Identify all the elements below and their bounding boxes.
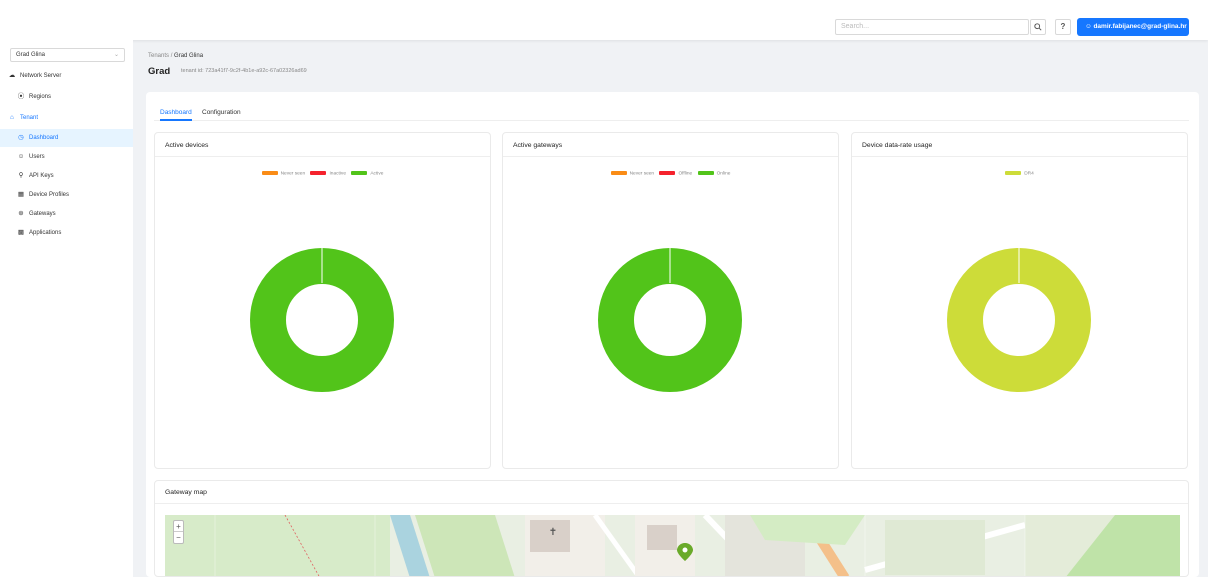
sidebar-item-applications[interactable]: ▩ Applications [0,224,133,242]
sidebar-item-gateways[interactable]: ⊛ Gateways [0,205,133,223]
legend-item-online[interactable]: Online [697,171,731,177]
grid-icon: ▦ [17,191,25,198]
sidebar-item-api-keys[interactable]: ⚲ API Keys [0,167,133,185]
sidebar-item-label: Applications [29,230,62,236]
divider [155,503,1188,504]
sidebar-item-label: Tenant [20,115,39,121]
key-icon: ⚲ [18,172,24,179]
tenant-select[interactable]: Grad Glina ⌄ [10,48,125,62]
user-menu-button[interactable]: ☺ damir.fabijanec@grad-glina.hr ⌄ [1077,18,1189,36]
cloud-icon: ☁ [8,72,16,79]
sidebar-item-label: API Keys [29,173,54,179]
apps-icon: ▩ [17,229,25,236]
map-zoom-control: + − [173,520,184,544]
legend-label: Never seen [629,171,655,177]
sidebar: Grad Glina ⌄ ☁ Network Server ⦿ Regions ⌂ T… [0,40,133,577]
legend-item-inactive[interactable]: Inactive [310,171,346,176]
sidebar-item-label: Gateways [29,211,56,217]
legend-item-offline[interactable]: Offline [659,171,692,176]
active-gateways-donut [598,247,742,392]
chevron-down-icon: ⌄ [113,52,119,58]
sidebar-item-label: Device Profiles [29,192,70,198]
tab-configuration[interactable]: Configuration [202,109,241,116]
search-icon [1034,23,1042,31]
sidebar-item-users[interactable]: ☺ Users [0,148,133,166]
tab-dashboard[interactable]: Dashboard [160,109,192,116]
breadcrumb-separator: / [170,53,173,59]
zoom-in-button[interactable]: + [174,521,183,532]
legend-item-active[interactable]: Active [351,171,383,176]
divider [155,156,490,157]
gateway-map[interactable]: ✝ [165,515,1180,577]
tenant-select-value: Grad Glina [16,52,46,58]
card-title: Active gateways [513,142,563,149]
card-title: Gateway map [165,489,207,496]
legend-label: Active [370,171,384,177]
user-icon: ☺ [1085,23,1092,30]
chart-legend: DR4 [852,171,1187,176]
legend-item-dr4[interactable]: DR4 [1005,171,1034,176]
top-header: Search... ? ☺ damir.fabijanec@grad-glina… [0,0,1208,40]
legend-label: Online [716,171,731,177]
legend-label: Inactive [329,171,346,177]
breadcrumb-current: Grad Glina [174,53,204,59]
zoom-out-button[interactable]: − [174,532,183,543]
page-title: Grad [148,66,171,77]
user-icon: ☺ [17,153,25,160]
breadcrumb-tenants-link[interactable]: Tenants [148,53,169,59]
chart-legend: Never seen Inactive Active [155,171,490,176]
sidebar-item-device-profiles[interactable]: ▦ Device Profiles [0,186,133,204]
sidebar-item-label: Dashboard [29,135,59,141]
sidebar-item-network-server[interactable]: ☁ Network Server [0,67,133,85]
tabs-divider [154,120,1189,121]
breadcrumb: Tenants / Grad Glina [148,53,203,59]
active-devices-card: Active devices Never seen Inactive Activ… [154,132,491,469]
card-title: Device data-rate usage [862,142,933,149]
sidebar-item-regions[interactable]: ⦿ Regions [0,88,133,106]
search-button[interactable] [1030,19,1046,35]
compass-icon: ⦿ [17,93,25,100]
svg-text:✝: ✝ [549,527,557,538]
card-title: Active devices [165,142,209,149]
help-button[interactable]: ? [1055,19,1071,35]
tenant-id: tenant id: 723a41f7-9c2f-4b1e-a92c-67a02… [181,68,307,74]
wifi-icon: ⊛ [18,210,24,217]
chart-legend: Never seen Offline Online [503,171,838,176]
legend-label: Never seen [280,171,306,177]
user-label: damir.fabijanec@grad-glina.hr [1093,23,1187,30]
legend-item-never-seen[interactable]: Never seen [610,171,655,177]
sidebar-item-tenant[interactable]: ⌂ Tenant [0,109,133,127]
home-icon: ⌂ [10,114,14,121]
device-data-rate-card: Device data-rate usage DR4 [851,132,1188,469]
dashboard-icon: ◷ [18,134,24,141]
sidebar-item-label: Network Server [20,73,62,79]
gateway-map-card: Gateway map ✝ + − [154,480,1189,577]
sidebar-item-label: Users [29,154,45,160]
divider [852,156,1187,157]
legend-item-never-seen[interactable]: Never seen [261,171,306,177]
active-devices-donut [250,247,394,392]
divider [503,156,838,157]
legend-label: DR4 [1024,171,1034,177]
sidebar-item-label: Regions [29,94,52,100]
sidebar-item-dashboard[interactable]: ◷ Dashboard [0,129,133,147]
data-rate-donut [947,247,1091,392]
legend-label: Offline [678,171,693,177]
tab-active-indicator [160,119,192,121]
active-gateways-card: Active gateways Never seen Offline Onlin… [502,132,839,469]
search-input[interactable]: Search... [835,19,1029,35]
